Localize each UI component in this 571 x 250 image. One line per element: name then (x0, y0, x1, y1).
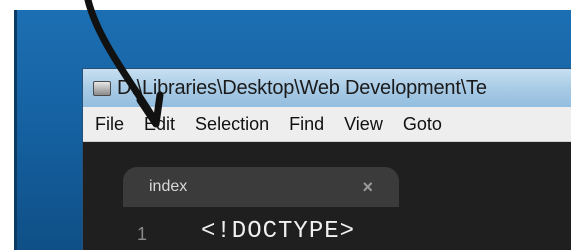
line-number: 1 (137, 224, 148, 244)
close-icon[interactable]: × (362, 177, 373, 198)
menu-bar: File Edit Selection Find View Goto (83, 107, 571, 142)
menu-edit[interactable]: Edit (134, 114, 185, 135)
editor-area[interactable]: index × 1 <!DOCTYPE> (83, 142, 571, 250)
menu-find[interactable]: Find (279, 114, 334, 135)
menu-selection[interactable]: Selection (185, 114, 279, 135)
editor-window: D:\Libraries\Desktop\Web Development\Te … (82, 68, 571, 250)
app-icon (93, 80, 111, 96)
menu-goto[interactable]: Goto (393, 114, 452, 135)
menu-file[interactable]: File (83, 114, 134, 135)
title-bar[interactable]: D:\Libraries\Desktop\Web Development\Te (83, 69, 571, 107)
menu-view[interactable]: View (334, 114, 393, 135)
tab-label: index (149, 178, 188, 195)
tab-index[interactable]: index × (123, 167, 399, 207)
code-line: <!DOCTYPE> (201, 218, 356, 245)
window-title: D:\Libraries\Desktop\Web Development\Te (117, 76, 487, 99)
